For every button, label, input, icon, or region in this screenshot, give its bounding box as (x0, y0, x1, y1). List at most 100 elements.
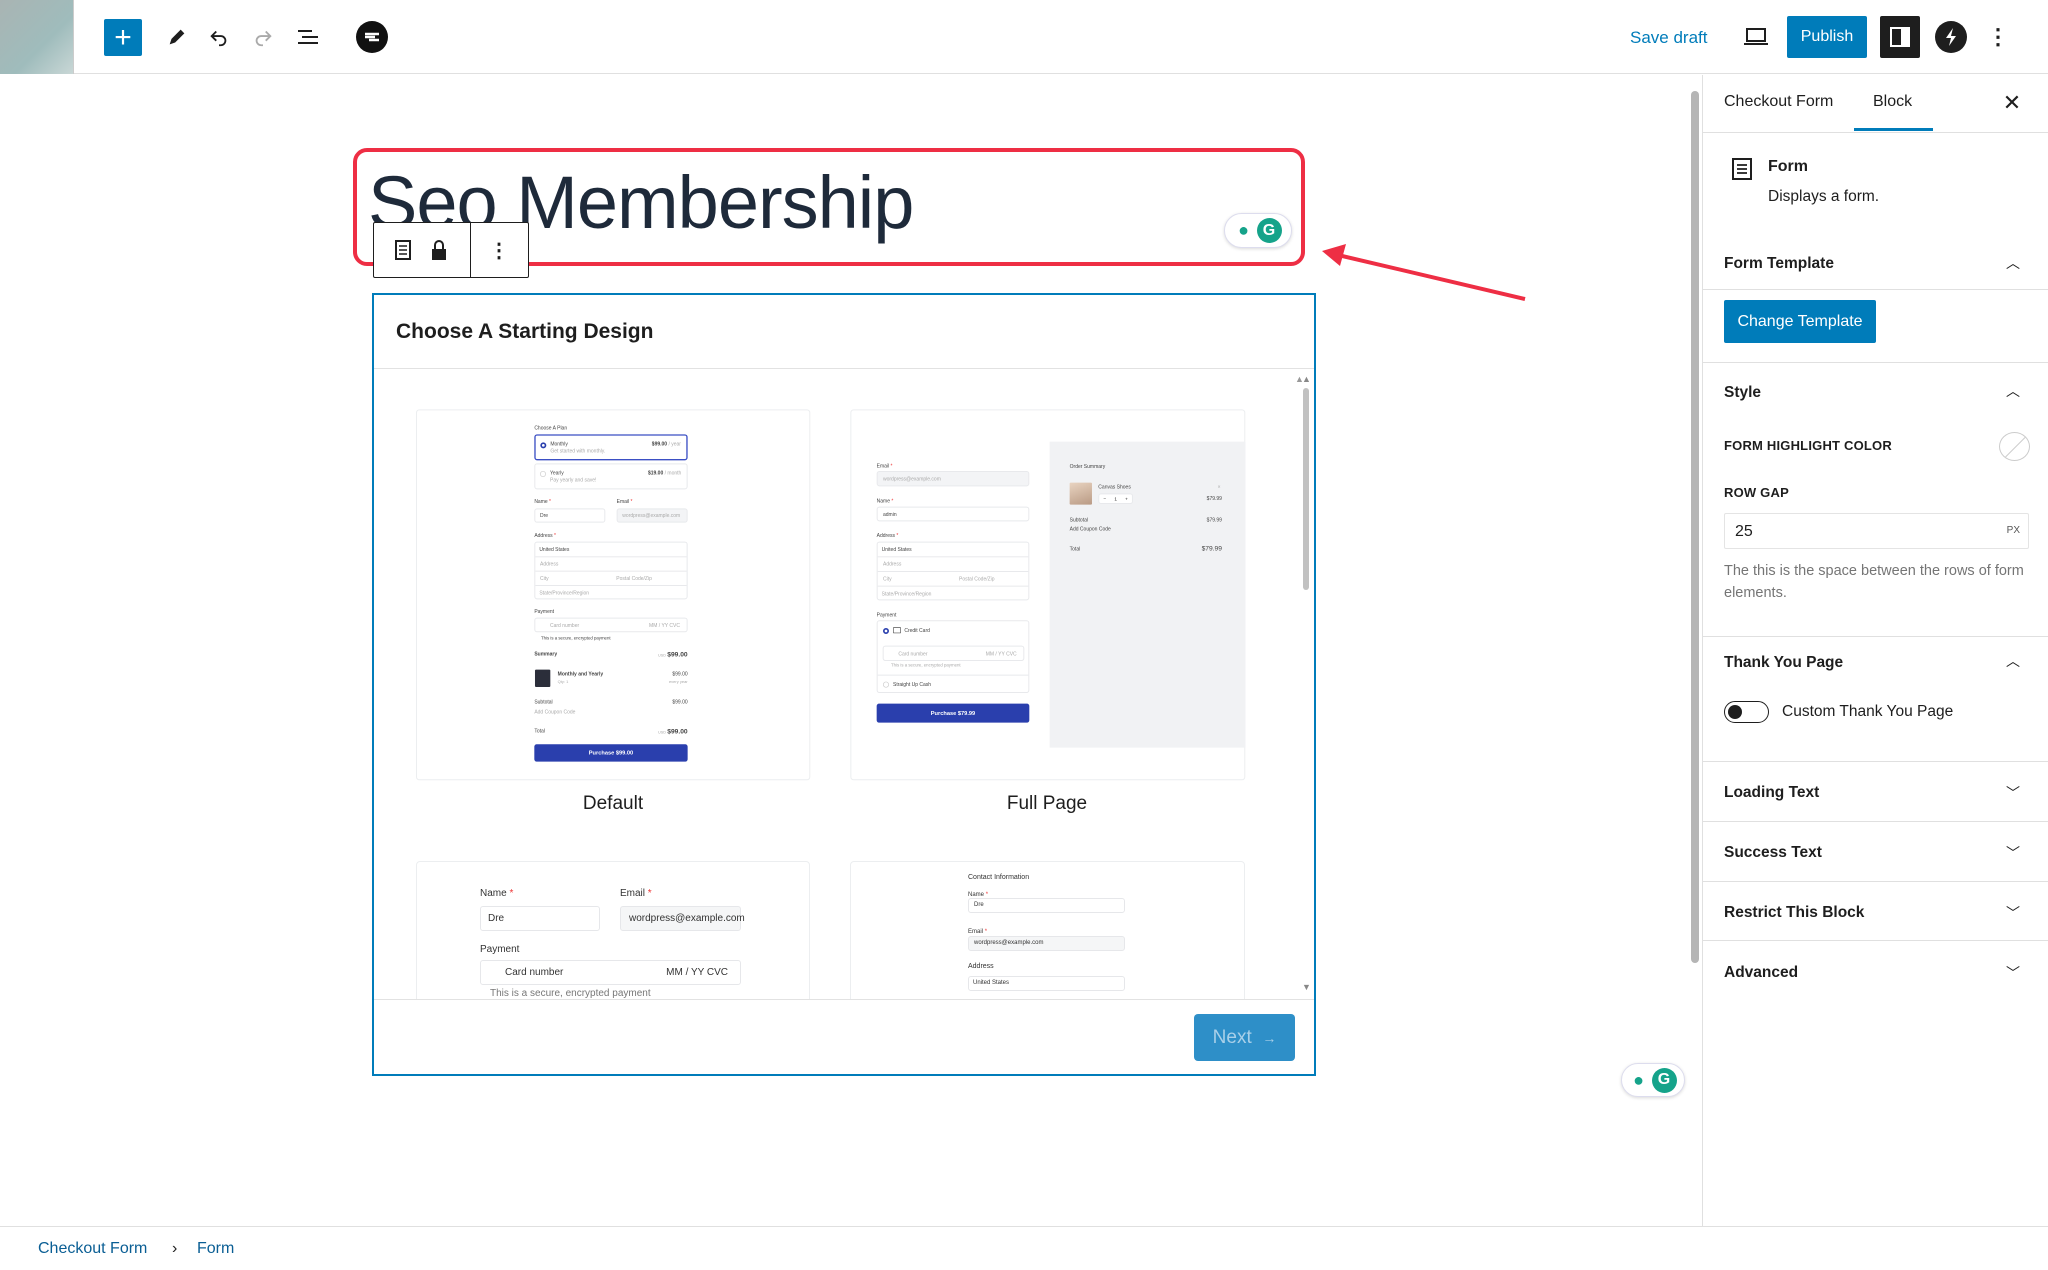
preview-text: Total (1069, 546, 1081, 552)
preview-text: 1 (1114, 495, 1117, 502)
annotation-arrow (1322, 244, 1526, 301)
row-gap-input[interactable]: 25 PX (1724, 513, 2029, 549)
undo-button[interactable] (202, 20, 236, 54)
chevron-up-icon[interactable]: ︿ (2003, 381, 2023, 401)
redo-button[interactable] (246, 20, 280, 54)
next-button[interactable]: Next → (1194, 1014, 1295, 1061)
panel-advanced[interactable]: Advanced (1724, 964, 1798, 982)
change-template-button[interactable]: Change Template (1724, 300, 1876, 343)
editor-scrollbar[interactable] (1691, 91, 1699, 963)
form-block-icon (1732, 158, 1752, 180)
preview-text: Canvas Shoes (1098, 484, 1131, 490)
pencil-icon (169, 29, 185, 45)
preview-text: City (882, 575, 892, 582)
bolt-button[interactable] (1935, 21, 1967, 53)
grammarly-widget[interactable]: ● G (1621, 1063, 1685, 1097)
panel-style-title[interactable]: Style (1724, 384, 1761, 402)
preview-text: Get started with monthly. (550, 448, 606, 454)
preview-text: Name (534, 498, 548, 505)
settings-sidebar-toggle[interactable] (1880, 16, 1920, 58)
preview-text: Payment (534, 608, 555, 615)
template-default-preview[interactable]: Choose A Plan Monthly Get started with m… (402, 401, 822, 781)
undo-icon (210, 30, 227, 47)
preview-text: MM / YY CVC (649, 622, 680, 629)
list-view-icon (298, 30, 318, 44)
template-full-page-preview[interactable]: Email * wordpress@example.com Name * adm… (842, 401, 1262, 781)
product-image (1069, 482, 1092, 505)
more-vertical-icon: ⋮ (489, 239, 509, 262)
chevron-down-icon[interactable]: ﹀ (2003, 963, 2023, 983)
plan-option-yearly: Yearly Pay yearly and save! $19.00 / mon… (534, 463, 688, 490)
preview-text: Dre (539, 512, 549, 519)
plus-icon: + (114, 20, 132, 54)
panel-loading-text[interactable]: Loading Text (1724, 784, 1819, 802)
preview-text: Credit Card (904, 627, 930, 634)
preview-text: This is a secure, encrypted payment (490, 988, 651, 999)
tab-block[interactable]: Block (1873, 93, 1912, 111)
grammarly-widget[interactable]: ● G (1224, 213, 1292, 248)
breadcrumb: Checkout Form › Form (0, 1226, 2048, 1270)
panel-thank-you-title[interactable]: Thank You Page (1724, 654, 1843, 672)
preview-text: wordpress@example.com (974, 940, 1044, 946)
panel-restrict-block[interactable]: Restrict This Block (1724, 904, 1864, 922)
preview-text: wordpress@example.com (629, 913, 745, 924)
brand-logo-icon[interactable] (356, 21, 388, 53)
breadcrumb-form[interactable]: Form (197, 1240, 234, 1258)
sidebar-toggle-icon (1890, 27, 1910, 47)
preview-text: United States (973, 980, 1010, 986)
preview-text: This is a secure, encrypted payment (540, 635, 611, 641)
template-label-default[interactable]: Default (416, 793, 810, 815)
publish-button[interactable]: Publish (1787, 16, 1867, 58)
preview-text: Postal Code/Zip (958, 575, 995, 582)
chevron-up-icon[interactable]: ︿ (2003, 651, 2023, 671)
form-block: Choose A Starting Design Choose A Plan M… (372, 293, 1316, 1076)
preview-text: every year (668, 679, 688, 684)
preview-text: Address (882, 561, 902, 567)
preview-text: Dre (974, 902, 984, 908)
breadcrumb-checkout-form[interactable]: Checkout Form (38, 1240, 147, 1258)
block-type-button[interactable] (388, 235, 418, 265)
breadcrumb-separator-icon: › (172, 1240, 178, 1257)
preview-text: City (539, 575, 549, 582)
close-icon: ✕ (2002, 90, 2022, 115)
close-sidebar-button[interactable]: ✕ (2001, 90, 2023, 115)
add-block-button[interactable]: + (104, 19, 142, 56)
panel-form-template-title[interactable]: Form Template (1724, 255, 1834, 273)
preview-text: USD (658, 653, 666, 658)
preview-button[interactable] (1740, 22, 1772, 52)
color-picker-swatch[interactable] (1999, 432, 2030, 461)
template-label-full-page[interactable]: Full Page (850, 793, 1244, 815)
save-draft-button[interactable]: Save draft (1630, 24, 1708, 52)
plan-option-monthly: Monthly Get started with monthly. $99.00… (534, 434, 688, 461)
preview-text: Email (876, 462, 890, 469)
bolt-icon (1946, 28, 1956, 46)
site-icon[interactable] (0, 0, 74, 74)
preview-text: Dre (488, 913, 505, 924)
tools-button[interactable] (160, 20, 194, 54)
template-card-3[interactable]: Name * Dre Email * wordpress@example.com… (416, 861, 810, 999)
highlight-color-label: FORM HIGHLIGHT COLOR (1724, 438, 1892, 453)
custom-thank-you-toggle[interactable] (1724, 701, 1769, 723)
custom-thank-you-label[interactable]: Custom Thank You Page (1782, 703, 1953, 721)
chevron-down-icon[interactable]: ﹀ (2003, 903, 2023, 923)
lock-button[interactable] (424, 235, 454, 265)
template-card-4[interactable]: Contact Information Name * Dre Email * w… (850, 861, 1245, 999)
chevron-down-icon[interactable]: ﹀ (2003, 783, 2023, 803)
more-options-button[interactable]: ⋮ (1986, 20, 2010, 54)
preview-text: Payment (480, 944, 520, 955)
block-options-button[interactable]: ⋮ (484, 235, 514, 265)
list-view-button[interactable] (291, 20, 325, 54)
radio-selected-icon (540, 442, 547, 449)
chevron-down-icon[interactable]: ﹀ (2003, 843, 2023, 863)
tab-checkout-form[interactable]: Checkout Form (1724, 93, 1833, 111)
panel-success-text[interactable]: Success Text (1724, 844, 1822, 862)
preview-text: MM / YY CVC (666, 967, 728, 978)
template-scrollbar[interactable]: ▲ ▼ (1302, 374, 1311, 994)
preview-text: Qty: 1 (557, 679, 569, 684)
preview-text: / month (664, 469, 682, 476)
chevron-up-icon[interactable]: ︿ (2003, 253, 2023, 273)
row-gap-value: 25 (1735, 523, 1753, 540)
row-gap-label: ROW GAP (1724, 485, 1789, 500)
preview-text: Card number (549, 622, 580, 629)
preview-text: MM / YY CVC (985, 650, 1017, 657)
